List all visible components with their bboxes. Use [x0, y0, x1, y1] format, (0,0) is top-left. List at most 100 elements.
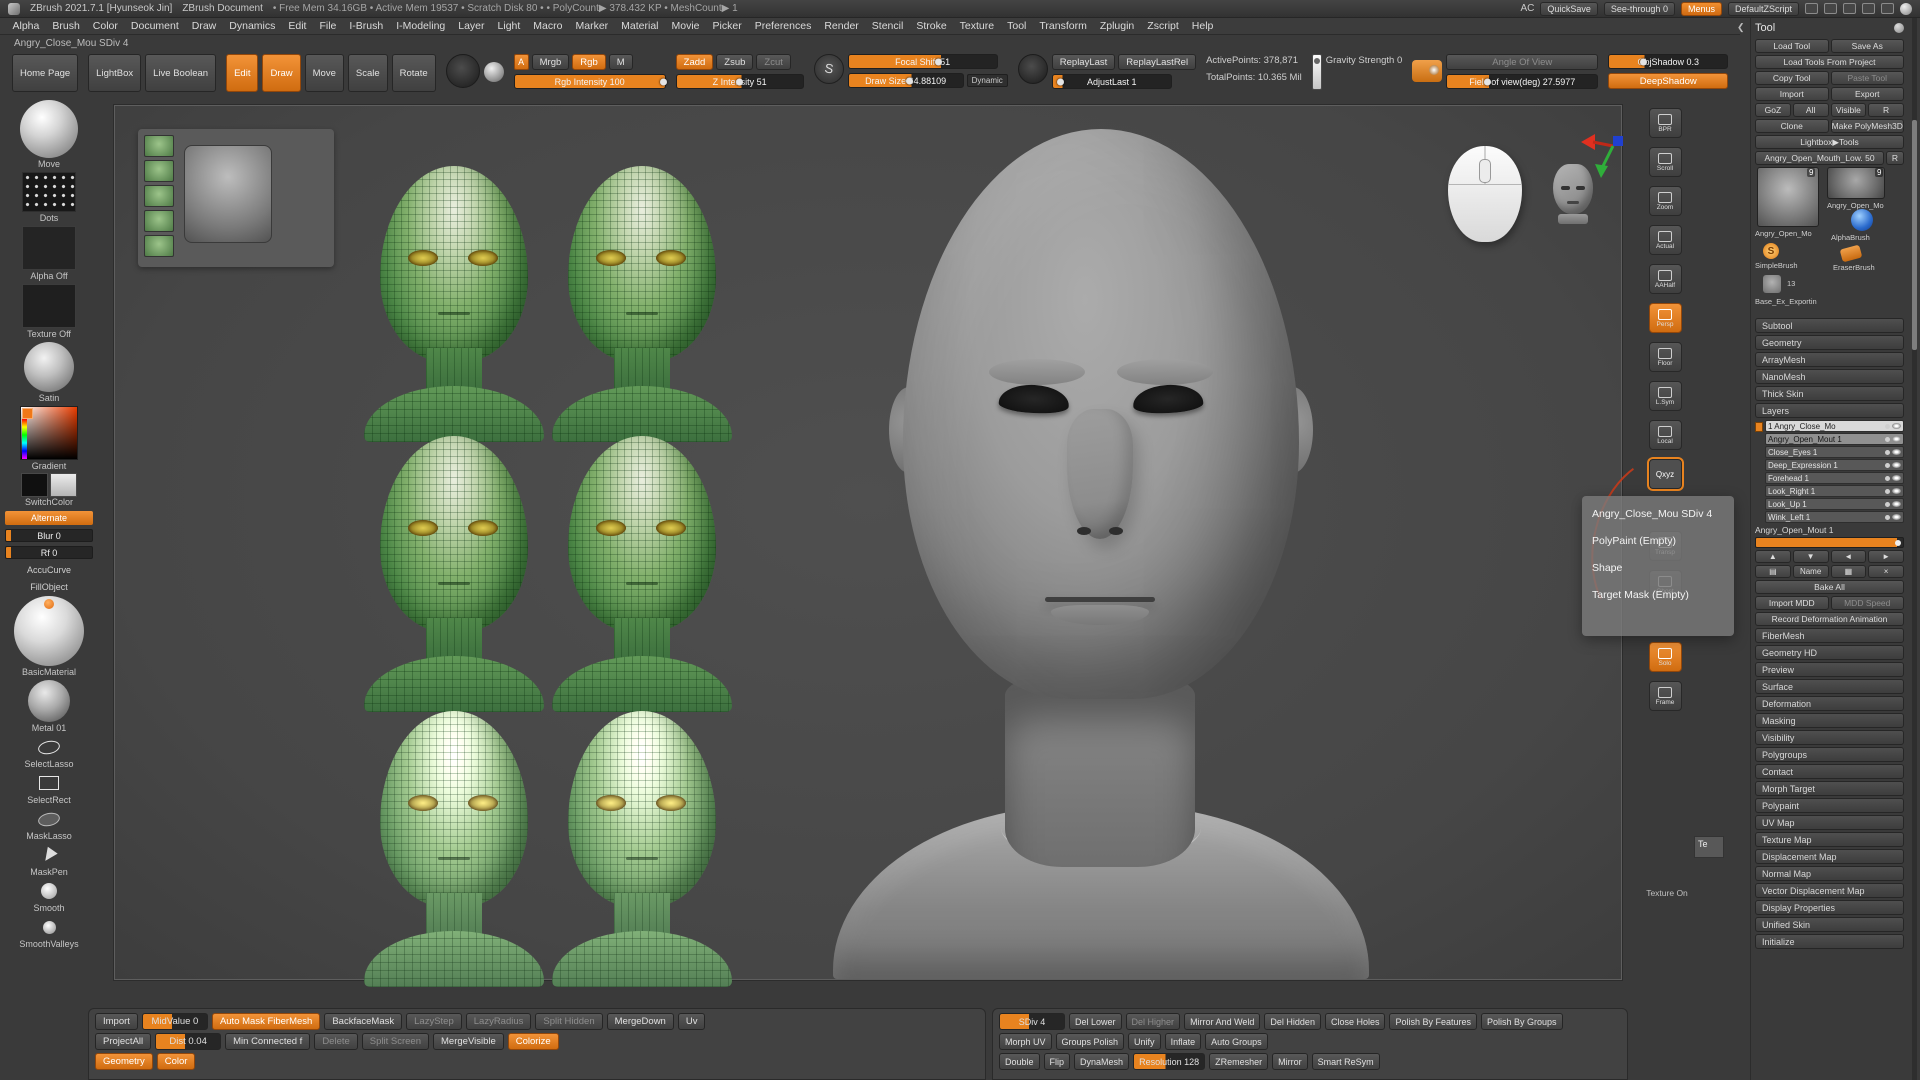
section-subtool[interactable]: Subtool: [1755, 318, 1904, 333]
layer-slider-dot[interactable]: [1885, 502, 1890, 507]
bpr-button[interactable]: BPR: [1649, 108, 1682, 138]
btn-goz[interactable]: GoZ: [1755, 103, 1791, 117]
section-nanomesh[interactable]: NanoMesh: [1755, 369, 1904, 384]
btn-lightbox-tools[interactable]: Lightbox▶Tools: [1755, 135, 1904, 149]
eraser-brush-thumbnail[interactable]: [1840, 245, 1863, 263]
btn-colorize[interactable]: Colorize: [508, 1033, 559, 1050]
mrgb-button[interactable]: Mrgb: [532, 54, 570, 70]
btn-zremesher[interactable]: ZRemesher: [1209, 1053, 1268, 1070]
palette-icon[interactable]: [1843, 3, 1856, 14]
camera-icon[interactable]: [1412, 60, 1442, 82]
btn-groups-polish[interactable]: Groups Polish: [1056, 1033, 1125, 1050]
rotate-mode-button[interactable]: Rotate: [392, 54, 436, 92]
doc-icon[interactable]: [1862, 3, 1875, 14]
sculpted-head-model[interactable]: [851, 129, 1351, 979]
layer-row[interactable]: Close_Eyes 1: [1765, 446, 1904, 458]
gear-icon[interactable]: [1881, 3, 1894, 14]
section-visibility[interactable]: Visibility: [1755, 730, 1904, 745]
scale-mode-button[interactable]: Scale: [348, 54, 388, 92]
btn-mergevisible[interactable]: MergeVisible: [433, 1033, 504, 1050]
zsub-button[interactable]: Zsub: [716, 54, 753, 70]
obj-shadow-slider[interactable]: ObjShadow 0.3: [1608, 54, 1728, 69]
section-unified-skin[interactable]: Unified Skin: [1755, 917, 1904, 932]
btn-delete[interactable]: Delete: [314, 1033, 357, 1050]
adjust-last-slider[interactable]: AdjustLast 1: [1052, 74, 1172, 89]
help-sphere-icon[interactable]: [1900, 3, 1912, 15]
menu-zplugin[interactable]: Zplugin: [1093, 20, 1140, 32]
panel-scrollbar-thumb[interactable]: [1912, 120, 1917, 350]
menu-layer[interactable]: Layer: [452, 20, 491, 32]
section-geometry-hd[interactable]: Geometry HD: [1755, 645, 1904, 660]
section-initialize[interactable]: Initialize: [1755, 934, 1904, 949]
layer-slider-dot[interactable]: [1885, 463, 1890, 468]
wireframe-head-model[interactable]: [362, 436, 546, 712]
menu-help[interactable]: Help: [1185, 20, 1220, 32]
btn-projectall[interactable]: ProjectAll: [95, 1033, 151, 1050]
wireframe-head-model[interactable]: [362, 711, 546, 987]
layer-slider-dot[interactable]: [1885, 476, 1890, 481]
btn-lazystep[interactable]: LazyStep: [406, 1013, 462, 1030]
wireframe-head-model[interactable]: [550, 711, 734, 987]
rgb-intensity-slider[interactable]: Rgb Intensity 100: [514, 74, 666, 89]
see-through-slider[interactable]: See-through 0: [1604, 2, 1675, 16]
menu-material[interactable]: Material: [615, 20, 665, 32]
layer-eye-icon[interactable]: [1892, 475, 1901, 481]
layer-down-button[interactable]: ▼: [1793, 550, 1829, 563]
wireframe-head-model[interactable]: [362, 166, 546, 442]
section-deformation[interactable]: Deformation: [1755, 696, 1904, 711]
menu-stroke[interactable]: Stroke: [910, 20, 953, 32]
layer-eye-icon[interactable]: [1892, 462, 1901, 468]
section-normal-map[interactable]: Normal Map: [1755, 866, 1904, 881]
mask-lasso-tool[interactable]: MaskLasso: [26, 808, 72, 841]
btn-mirror[interactable]: Mirror: [1272, 1053, 1308, 1070]
accucurve-button[interactable]: AccuCurve: [5, 562, 93, 576]
menu-zscript[interactable]: Zscript: [1141, 20, 1186, 32]
layer-eye-icon[interactable]: [1892, 488, 1901, 494]
section-polypaint[interactable]: Polypaint: [1755, 798, 1904, 813]
expression-thumbnail[interactable]: [144, 160, 174, 182]
import-mdd-button[interactable]: Import MDD: [1755, 596, 1829, 610]
wireframe-head-model[interactable]: [550, 436, 734, 712]
section-vector-displacement-map[interactable]: Vector Displacement Map: [1755, 883, 1904, 898]
menu-render[interactable]: Render: [818, 20, 865, 32]
stroke-curve-icon[interactable]: [814, 54, 844, 84]
panel-menu-icon[interactable]: [1894, 23, 1904, 33]
btn-mergedown[interactable]: MergeDown: [607, 1013, 674, 1030]
basic-material-preview[interactable]: BasicMaterial: [14, 596, 84, 677]
smooth-valleys-brush[interactable]: SmoothValleys: [19, 916, 78, 949]
expression-thumbnail[interactable]: [144, 210, 174, 232]
btn-double[interactable]: Double: [999, 1053, 1040, 1070]
section-texture-map[interactable]: Texture Map: [1755, 832, 1904, 847]
qxyz-button[interactable]: Qxyz: [1649, 459, 1682, 489]
color-swatches[interactable]: SwitchColor: [21, 474, 77, 507]
btn-morph-uv[interactable]: Morph UV: [999, 1033, 1052, 1050]
btn-auto-mask-fibermesh[interactable]: Auto Mask FiberMesh: [212, 1013, 320, 1030]
section-displacement-map[interactable]: Displacement Map: [1755, 849, 1904, 864]
section-contact[interactable]: Contact: [1755, 764, 1904, 779]
menu-stencil[interactable]: Stencil: [865, 20, 910, 32]
document-canvas[interactable]: [114, 105, 1622, 980]
layer-delete-button[interactable]: ×: [1868, 565, 1904, 578]
alpha-circle-icon[interactable]: [1018, 54, 1048, 84]
layer-eye-icon[interactable]: [1892, 501, 1901, 507]
simple-brush-thumbnail[interactable]: S: [1763, 243, 1779, 259]
select-rect-tool[interactable]: SelectRect: [27, 772, 71, 805]
layer-up-button[interactable]: ▲: [1755, 550, 1791, 563]
live-boolean-button[interactable]: Live Boolean: [145, 54, 216, 92]
panel-collapse-arrow-icon[interactable]: ❮: [1737, 22, 1745, 33]
home-page-button[interactable]: Home Page: [12, 54, 78, 92]
layer-left-button[interactable]: ◄: [1831, 550, 1867, 563]
menu-preferences[interactable]: Preferences: [748, 20, 818, 32]
btn-split-hidden[interactable]: Split Hidden: [535, 1013, 602, 1030]
rf-slider[interactable]: Rf 0: [5, 545, 93, 559]
menu-color[interactable]: Color: [86, 20, 124, 32]
monitor-icon[interactable]: [1824, 3, 1837, 14]
base-export-thumbnail[interactable]: [1763, 275, 1781, 293]
layer-slider-dot[interactable]: [1885, 424, 1890, 429]
layer-eye-icon[interactable]: [1892, 514, 1901, 520]
deep-shadow-button[interactable]: DeepShadow: [1608, 73, 1728, 89]
layer-row[interactable]: Deep_Expression 1: [1765, 459, 1904, 471]
edit-button[interactable]: Edit: [226, 54, 258, 92]
menu-macro[interactable]: Macro: [527, 20, 569, 32]
btn-resolution-128[interactable]: Resolution 128: [1133, 1053, 1205, 1070]
